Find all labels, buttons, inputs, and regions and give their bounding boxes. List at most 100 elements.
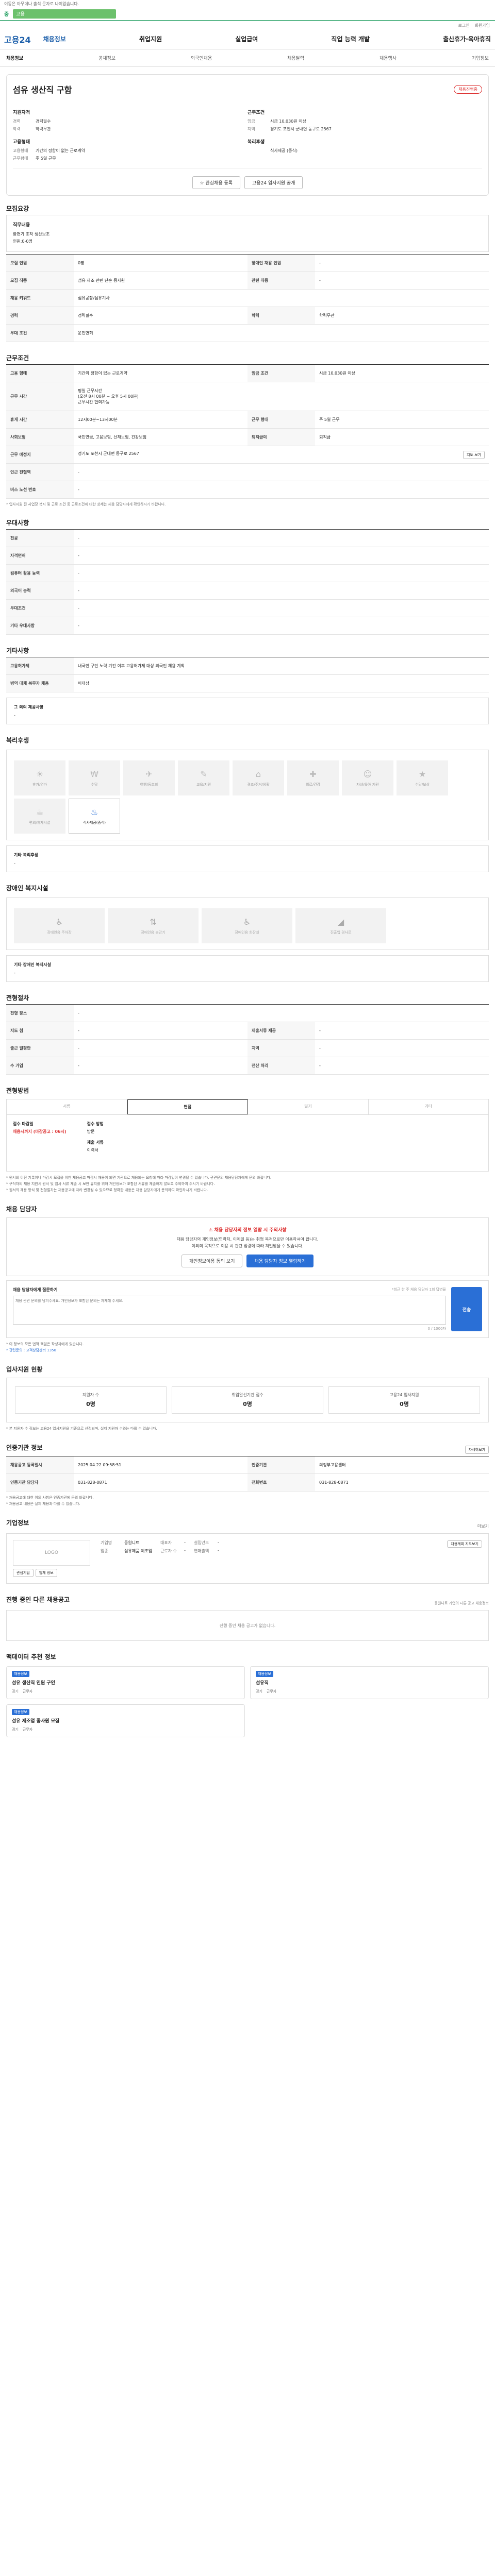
welfare-grid: ☀ 휴가/연가 ₩ 수당 ✈ 여행/동호회 ✎ 교육/지원 ⌂ 경조/주거/생활 ✚ 의료/건강 ☺ 자녀… xyxy=(14,760,481,834)
contact-box: ⚠ 채용 담당자의 정보 열람 시 주의사항 채용 담당자의 개인정보(연락처,… xyxy=(6,1217,489,1276)
welfare-tile: ✚ 의료/건강 xyxy=(287,760,339,795)
note-line: * 채용공고에 대한 이의 사항은 인증기관에 문의 바랍니다. xyxy=(6,1496,94,1500)
brand-small: 중 xyxy=(4,12,9,18)
subnav-item[interactable]: 공채정보 xyxy=(98,55,116,61)
tab-other[interactable]: 기타 xyxy=(369,1099,489,1114)
tab-interview[interactable]: 면접 xyxy=(127,1099,248,1114)
signup-link[interactable]: 회원가입 xyxy=(475,23,490,28)
etc-extra-heading: 그 외의 제공사항 xyxy=(14,705,44,709)
tab-written[interactable]: 필기 xyxy=(248,1099,369,1114)
card-badge: 채용정보 xyxy=(12,1671,29,1677)
subnav-item[interactable]: 기업정보 xyxy=(472,55,489,61)
send-button[interactable]: 전송 xyxy=(451,1287,482,1331)
inquiry-textarea[interactable] xyxy=(13,1296,446,1325)
welfare-icon: ✎ xyxy=(200,769,207,779)
table-row: 근무 예정지 경기도 포천시 군내면 동구로 2567 지도 보기 xyxy=(6,446,489,464)
tile-label: 수당/보상 xyxy=(415,782,430,787)
tab-documents[interactable]: 서류 xyxy=(7,1099,127,1114)
cell-value: - xyxy=(74,1039,248,1057)
recommend-card[interactable]: 채용정보 섬유직 경기 근무자 xyxy=(250,1666,489,1699)
recommend-card[interactable]: 채용정보 섬유 생산직 인원 구인 경기 근무자 xyxy=(6,1666,245,1699)
welfare-icon: ✈ xyxy=(145,769,153,779)
gnb-item-leave[interactable]: 출산휴가·육아휴직 xyxy=(443,35,491,43)
card-meta: 근무자 xyxy=(266,1689,277,1693)
tile-label: 수당 xyxy=(91,782,98,787)
cell-key: 외국어 능력 xyxy=(6,582,74,600)
contact-line: 채용 담당자의 개인정보(연락처, 이메일 등)는 취업 목적으로만 이용하셔야… xyxy=(176,1237,319,1242)
info-detail-button[interactable]: 자세히보기 xyxy=(465,1446,489,1454)
others-empty: 진행 중인 채용 공고가 없습니다. xyxy=(6,1610,489,1641)
favorite-job-button[interactable]: 관심채용 등록 xyxy=(192,176,241,189)
site-logo[interactable]: 고용24 xyxy=(4,33,31,45)
cell-value: - xyxy=(74,1004,489,1022)
work-title: 근무조건 xyxy=(6,354,29,362)
kv-value: - xyxy=(184,1548,186,1553)
disab-tile-ramp: ◢ 진출입 경사로 xyxy=(295,908,386,943)
privacy-consent-button[interactable]: 개인정보이용 동의 보기 xyxy=(181,1255,243,1267)
gnb-item-jobs[interactable]: 채용정보 xyxy=(43,35,66,43)
table-row: 경력 경력필수 학력 학력무관 xyxy=(6,307,489,325)
cell-value: - xyxy=(315,254,489,272)
cell-value: 경기도 포천시 군내면 동구로 2567 지도 보기 xyxy=(74,446,489,464)
cell-value: 운전면허 xyxy=(74,324,489,342)
welfare-icon: ☀ xyxy=(36,769,44,779)
table-row: 고용 형태 기간의 정함이 없는 근로계약 임금 조건 시급 10,030원 이상 xyxy=(6,364,489,382)
gnb-item-training[interactable]: 직업 능력 개발 xyxy=(331,35,370,43)
cell-value: 12시00분~13시00분 xyxy=(74,411,248,429)
etc-extra-body: - xyxy=(14,713,15,718)
subnav-item[interactable]: 채용행사 xyxy=(380,55,397,61)
info-table: 채용공고 등록일시 2025.04.22 09:58:51 인증기관 의정부고용센터 … xyxy=(6,1456,489,1492)
kv-key xyxy=(248,147,270,155)
card-title: 섬유 생산직 인원 구인 xyxy=(12,1681,55,1686)
gnb-item-support[interactable]: 취업지원 xyxy=(139,35,162,43)
corp-map-button[interactable]: 채용계획 지도보기 xyxy=(447,1540,482,1548)
method-title: 전형방법 xyxy=(6,1087,29,1094)
map-button[interactable]: 지도 보기 xyxy=(463,450,485,459)
kv-key: 고용형태 xyxy=(13,148,28,153)
tile-label: 장애인용 주차장 xyxy=(47,930,72,935)
prefer-title: 우대사항 xyxy=(6,519,29,527)
restroom-icon: ♿ xyxy=(243,917,251,927)
table-row: 전형 장소 - xyxy=(6,1004,489,1022)
welfare-title: 복리후생 xyxy=(6,737,29,744)
kv-value: 주 5일 근무 xyxy=(36,156,56,161)
cell-value: 경력필수 xyxy=(74,307,248,325)
cell-value: - xyxy=(315,1057,489,1075)
cell-key: 우대 조건 xyxy=(6,324,74,342)
subnav-item[interactable]: 채용정보 xyxy=(6,55,23,61)
disab-extra-heading: 기타 장애인 복지시설 xyxy=(14,962,51,967)
apply-share-button[interactable]: 고용24 입사지원 공개 xyxy=(244,176,303,189)
recommend-grid: 채용정보 섬유 생산직 인원 구인 경기 근무자 채용정보 섬유직 경기 근무자 채… xyxy=(6,1666,489,1737)
job-desc-box: 직무내용 환편기 조작 생산보조 인원:0-0명 xyxy=(6,215,489,252)
cell-value: - xyxy=(74,582,489,600)
docs-value: 이력서 xyxy=(87,1148,98,1153)
subnav-item[interactable]: 채용달력 xyxy=(287,55,304,61)
card-meta: 근무자 xyxy=(22,1689,33,1693)
gnb-item-unemployment[interactable]: 실업급여 xyxy=(235,35,258,43)
notice-bar: 이동은 아무데나 출석 문자로 나이없습니다. xyxy=(0,0,495,7)
corp-info-button[interactable]: 업체 정보 xyxy=(35,1569,57,1577)
others-title: 진행 중인 다른 채용공고 xyxy=(6,1596,70,1603)
table-row: 병역 대체 복무자 채용 비대상 xyxy=(6,674,489,692)
corp-more-link[interactable]: 더보기 xyxy=(477,1523,489,1529)
welfare-tile: ♨ 식사제공(중식) xyxy=(69,799,120,834)
cell-key: 모집 인원 xyxy=(6,254,74,272)
disab-tile-restroom: ♿ 장애인용 화장실 xyxy=(202,908,292,943)
apply-method-heading: 접수 방법 xyxy=(87,1122,104,1126)
process-table: 전형 장소 - 지도 첨 - 제출서류 제공 - 출근 일정안 - 지역 - 수 가입 - 전산 … xyxy=(6,1004,489,1075)
welfare-icon: ⌂ xyxy=(255,769,261,779)
method-body: 접수 마감일 채용시까지 (마감공고 : 06시) 접수 방법 방문 제출 서류… xyxy=(6,1115,489,1172)
cell-key: 인증기관 xyxy=(247,1456,316,1474)
subnav-item[interactable]: 외국인채용 xyxy=(191,55,212,61)
status-label: 고용24 입사지원 xyxy=(389,1393,419,1397)
recommend-card[interactable]: 채용정보 섬유 제조업 종사원 모집 경기 근무자 xyxy=(6,1704,245,1737)
kv-value: - xyxy=(217,1540,219,1545)
login-link[interactable]: 로그인 xyxy=(458,23,469,28)
view-contact-button[interactable]: 채용 담당자 정보 열람하기 xyxy=(246,1255,314,1267)
cell-key: 고용허가제 xyxy=(6,657,74,675)
favorite-corp-button[interactable]: 관심기업 xyxy=(13,1569,34,1577)
search-input[interactable]: 고용 xyxy=(13,9,117,19)
tile-label: 장애인용 승강기 xyxy=(141,930,166,935)
table-row: 휴게 시간 12시00분~13시00분 근무 형태 주 5일 근무 xyxy=(6,411,489,429)
welfare-icon: ☺ xyxy=(363,769,372,779)
